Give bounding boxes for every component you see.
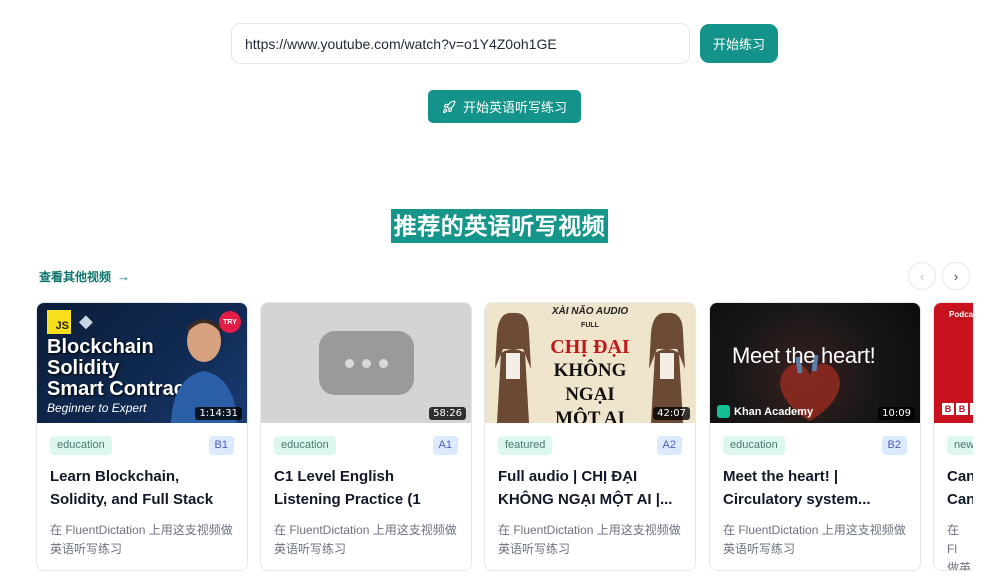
- arrow-right-icon: →: [117, 269, 131, 284]
- video-card[interactable]: JS ◆ Blockchain Solidity Smart Contracts…: [36, 302, 248, 571]
- video-title[interactable]: Full audio | CHỊ ĐẠI KHÔNG NGẠI MỘT AI |…: [498, 465, 685, 511]
- video-placeholder-icon: [318, 331, 414, 395]
- category-tag: education: [723, 436, 785, 455]
- video-carousel: JS ◆ Blockchain Solidity Smart Contracts…: [36, 302, 973, 581]
- video-card[interactable]: Meet the heart! Khan Academy 10:09 educa…: [709, 302, 921, 571]
- video-subtitle: 在 FluentDictation 上用这支视频做英语听写练习: [498, 523, 681, 556]
- thumbnail-text: CHỊ ĐẠI KHÔNG NGẠI MỘT AI: [550, 336, 630, 423]
- view-more-label: 查看其他视频: [39, 270, 112, 284]
- chevron-left-icon: ‹: [919, 268, 925, 284]
- card-tags: education A1: [274, 436, 458, 455]
- level-badge: A2: [656, 436, 682, 455]
- video-subtitle: 在 FluentDictation 上用这支视频做英语听写练习: [274, 523, 457, 556]
- video-subtitle: 在 Fl 做英: [947, 523, 972, 571]
- category-tag: education: [50, 436, 112, 455]
- video-subtitle: 在 FluentDictation 上用这支视频做英语听写练习: [50, 523, 233, 556]
- category-tag: featured: [498, 436, 553, 455]
- podcast-label: Podca: [946, 309, 973, 320]
- category-tag: education: [274, 436, 336, 455]
- card-tags: featured A2: [498, 436, 682, 455]
- carousel-prev-button[interactable]: ‹: [908, 262, 936, 290]
- level-badge: A1: [432, 436, 458, 455]
- video-card[interactable]: Podca B B C new Can Can 在 Fl 做英: [933, 302, 973, 571]
- video-url-input[interactable]: [231, 23, 690, 64]
- bbc-logo: B B C: [942, 403, 973, 415]
- ethereum-icon: ◆: [79, 311, 93, 331]
- khan-academy-logo: Khan Academy: [717, 405, 813, 418]
- section-heading: 推荐的英语听写视频: [0, 209, 999, 243]
- video-duration: 1:14:31: [195, 407, 242, 420]
- character-image: [649, 312, 685, 423]
- try-badge: TRY: [219, 311, 241, 333]
- video-thumbnail[interactable]: Podca B B C: [934, 303, 973, 423]
- start-dictation-button[interactable]: 开始英语听写练习: [428, 90, 581, 123]
- start-practice-button[interactable]: 开始练习: [700, 24, 778, 63]
- js-logo: JS: [47, 310, 71, 334]
- video-thumbnail[interactable]: JS ◆ Blockchain Solidity Smart Contracts…: [37, 303, 247, 423]
- video-card[interactable]: XÀI NÃO AUDIO FULL CHỊ ĐẠI KHÔNG NGẠI MỘ…: [484, 302, 696, 571]
- thumbnail-subtext: Beginner to Expert: [47, 401, 147, 415]
- rocket-icon: [442, 100, 456, 113]
- thumbnail-text: Meet the heart!: [732, 343, 876, 368]
- card-tags: new: [947, 436, 973, 455]
- section-title: 推荐的英语听写视频: [390, 209, 609, 243]
- video-thumbnail[interactable]: 58:26: [261, 303, 471, 423]
- page: 开始练习 开始英语听写练习 推荐的英语听写视频 查看其他视频 → ‹ › JS …: [0, 0, 999, 581]
- card-tags: education B2: [723, 436, 907, 455]
- video-title[interactable]: Meet the heart! | Circulatory system...: [723, 465, 910, 511]
- video-card[interactable]: 58:26 education A1 C1 Level English List…: [260, 302, 472, 571]
- video-thumbnail[interactable]: XÀI NÃO AUDIO FULL CHỊ ĐẠI KHÔNG NGẠI MỘ…: [485, 303, 695, 423]
- video-subtitle: 在 FluentDictation 上用这支视频做英语听写练习: [723, 523, 906, 556]
- chevron-right-icon: ›: [953, 268, 959, 284]
- level-badge: B1: [208, 436, 234, 455]
- video-title[interactable]: Can Can: [947, 465, 973, 511]
- card-tags: education B1: [50, 436, 234, 455]
- khan-academy-icon: [717, 405, 730, 418]
- video-duration: 10:09: [878, 407, 915, 420]
- category-tag: new: [947, 436, 973, 455]
- level-badge: B2: [881, 436, 907, 455]
- start-dictation-label: 开始英语听写练习: [462, 100, 567, 115]
- video-title[interactable]: Learn Blockchain, Solidity, and Full Sta…: [50, 465, 237, 511]
- video-title[interactable]: C1 Level English Listening Practice (1 H…: [274, 465, 461, 511]
- video-duration: 42:07: [653, 407, 690, 420]
- video-thumbnail[interactable]: Meet the heart! Khan Academy 10:09: [710, 303, 920, 423]
- carousel-next-button[interactable]: ›: [942, 262, 970, 290]
- view-more-link[interactable]: 查看其他视频 →: [39, 268, 130, 285]
- video-duration: 58:26: [429, 407, 466, 420]
